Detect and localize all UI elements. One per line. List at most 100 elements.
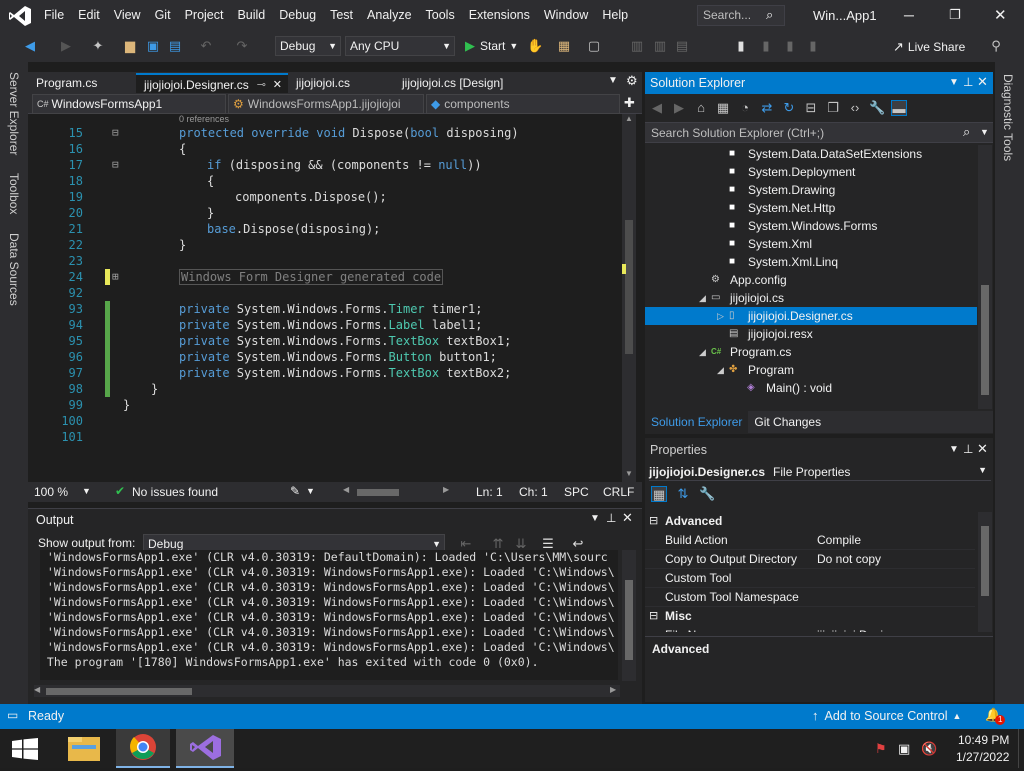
output-vertical-scrollbar[interactable] xyxy=(622,550,636,681)
show-all-files-icon[interactable]: ❐ xyxy=(825,100,841,116)
line-ending-status[interactable]: CRLF xyxy=(603,485,634,499)
side-tab-data-sources[interactable]: Data Sources xyxy=(7,233,21,306)
clock-date[interactable]: 1/27/2022 xyxy=(956,750,1009,764)
scroll-left-icon[interactable]: ◀ xyxy=(34,685,40,694)
search-box[interactable]: Search... ⌕ xyxy=(697,5,785,26)
expanded-arrow-icon[interactable]: ◢ xyxy=(699,343,706,361)
zoom-level[interactable]: 100 % xyxy=(34,485,68,499)
window-position-icon[interactable]: ▼ xyxy=(949,444,959,455)
code-line[interactable]: 100 xyxy=(28,413,622,429)
scroll-left-icon[interactable]: ◀ xyxy=(343,485,349,494)
clock-time[interactable]: 10:49 PM xyxy=(958,733,1009,747)
editor-horizontal-scrollbar[interactable]: ◀ ▶ xyxy=(343,485,473,496)
home-icon[interactable]: ⌂ xyxy=(693,100,709,116)
collapse-all-icon[interactable]: ⊟ xyxy=(803,100,819,116)
codelens-references[interactable]: 0 references xyxy=(179,114,229,124)
bookmark-clear-icon[interactable]: ▮ xyxy=(805,38,821,54)
save-all-icon[interactable]: ▤ xyxy=(167,38,183,54)
menu-file[interactable]: File xyxy=(37,0,71,31)
split-editor-icon[interactable]: ✚ xyxy=(624,95,635,111)
solution-tree-item[interactable]: ■ System.Windows.Forms xyxy=(645,217,977,235)
menu-help[interactable]: Help xyxy=(595,0,635,31)
code-line[interactable]: 96 private System.Windows.Forms.Button bu… xyxy=(28,349,622,365)
visual-studio-logo-icon[interactable] xyxy=(8,5,32,27)
solution-tree-item[interactable]: ▤ jijojiojoi.resx xyxy=(645,325,977,343)
column-status[interactable]: Ch: 1 xyxy=(519,485,548,499)
scrollbar-thumb[interactable] xyxy=(981,285,989,395)
bookmark-next-icon[interactable]: ▮ xyxy=(782,38,798,54)
code-line[interactable]: 92 xyxy=(28,285,622,301)
scroll-down-icon[interactable]: ▼ xyxy=(625,469,633,478)
collapse-icon[interactable]: ⊟ xyxy=(649,607,658,626)
code-line[interactable]: 101 xyxy=(28,429,622,445)
settings-icon[interactable]: ⚙ xyxy=(626,73,638,89)
chevron-down-icon[interactable]: ▼ xyxy=(306,486,315,496)
chevron-down-icon[interactable]: ▼ xyxy=(82,486,91,496)
menu-extensions[interactable]: Extensions xyxy=(462,0,537,31)
editor-tab-2[interactable]: jijojiojoi.cs xyxy=(288,73,394,93)
windows-start-icon[interactable] xyxy=(11,738,39,760)
scrollbar-thumb[interactable] xyxy=(981,526,989,596)
code-line[interactable]: 15 ⊟ protected override void Dispose(bool … xyxy=(28,125,622,141)
align-icon[interactable]: ▥ xyxy=(629,38,645,54)
class-nav-select[interactable]: ⚙ WindowsFormsApp1.jijojiojoi xyxy=(228,94,424,114)
property-row[interactable]: Build Action Compile xyxy=(645,531,975,550)
configuration-select[interactable]: Debug ▼ xyxy=(275,36,341,56)
feedback-icon[interactable]: ⚲ xyxy=(988,38,1004,54)
close-icon[interactable]: ✕ xyxy=(977,74,988,90)
solution-tree-item[interactable]: ■ System.Xml.Linq xyxy=(645,253,977,271)
solution-tree-item[interactable]: ⚙ App.config xyxy=(645,271,977,289)
code-line[interactable]: 99} xyxy=(28,397,622,413)
code-line[interactable]: 19 components.Dispose(); xyxy=(28,189,622,205)
pin-icon[interactable]: ⊥ xyxy=(963,442,973,456)
collapse-icon[interactable]: ⊟ xyxy=(649,512,658,531)
live-share-button[interactable]: ↗ Live Share xyxy=(893,36,965,58)
code-line[interactable]: 21 base.Dispose(disposing); xyxy=(28,221,622,237)
member-nav-select[interactable]: ◆ components xyxy=(426,94,620,114)
side-tab-server-explorer[interactable]: Server Explorer xyxy=(7,72,21,155)
pin-icon[interactable]: ⊥ xyxy=(963,75,973,89)
start-button[interactable]: ▶ Start ▼ xyxy=(465,35,518,57)
chevron-down-icon[interactable]: ▼ xyxy=(980,127,989,137)
close-tab-icon[interactable]: ✕ xyxy=(273,75,282,95)
menu-edit[interactable]: Edit xyxy=(71,0,107,31)
project-nav-select[interactable]: C# WindowsFormsApp1 xyxy=(32,94,226,114)
solution-tree-item[interactable]: ■ System.Data.DataSetExtensions xyxy=(645,145,977,163)
solution-tree-item[interactable]: ■ System.Xml xyxy=(645,235,977,253)
scrollbar-thumb[interactable] xyxy=(625,580,633,660)
menu-analyze[interactable]: Analyze xyxy=(360,0,418,31)
pin-icon[interactable]: ⊥ xyxy=(606,511,616,525)
forward-icon[interactable]: ▶ xyxy=(671,100,687,116)
expanded-arrow-icon[interactable]: ◢ xyxy=(699,289,706,307)
maximize-icon[interactable]: ❐ xyxy=(949,7,961,23)
minimize-icon[interactable]: ─ xyxy=(904,7,914,23)
redo-icon[interactable]: ↷ xyxy=(234,38,250,54)
preview-selected-icon[interactable]: ▬ xyxy=(891,100,907,116)
expand-icon[interactable]: ⊞ xyxy=(112,269,119,285)
code-line[interactable]: 17 ⊟ if (disposing && (components != null)… xyxy=(28,157,622,173)
layout-icon[interactable]: ▥ xyxy=(652,38,668,54)
window-position-icon[interactable]: ▼ xyxy=(949,77,959,88)
menu-debug[interactable]: Debug xyxy=(272,0,323,31)
menu-view[interactable]: View xyxy=(107,0,148,31)
menu-window[interactable]: Window xyxy=(537,0,595,31)
code-line[interactable]: 93 private System.Windows.Forms.Timer tim… xyxy=(28,301,622,317)
property-row[interactable]: Custom Tool xyxy=(645,569,975,588)
view-code-icon[interactable]: ‹› xyxy=(847,100,863,116)
expanded-arrow-icon[interactable]: ◢ xyxy=(717,361,724,379)
solution-tree-item[interactable]: ■ System.Net.Http xyxy=(645,199,977,217)
action-center-flag-icon[interactable]: ⚑ xyxy=(875,741,887,757)
code-line[interactable]: 95 private System.Windows.Forms.TextBox t… xyxy=(28,333,622,349)
sync-icon[interactable]: ⇄ xyxy=(759,100,775,116)
bottom-tab-git-changes[interactable]: Git Changes xyxy=(748,411,827,433)
bookmark-prev-icon[interactable]: ▮ xyxy=(758,38,774,54)
pending-changes-icon[interactable]: ◔ xyxy=(737,100,753,116)
solution-vertical-scrollbar[interactable] xyxy=(978,145,992,409)
properties-vertical-scrollbar[interactable] xyxy=(978,512,992,632)
editor-vertical-scrollbar[interactable]: ▲ ▼ xyxy=(622,114,636,482)
hot-reload-icon[interactable]: ✋ xyxy=(527,38,543,54)
menu-test[interactable]: Test xyxy=(323,0,360,31)
scrollbar-thumb[interactable] xyxy=(625,220,633,354)
solution-tree-item[interactable]: ◢ C# Program.cs xyxy=(645,343,977,361)
close-icon[interactable]: ✕ xyxy=(622,510,633,526)
